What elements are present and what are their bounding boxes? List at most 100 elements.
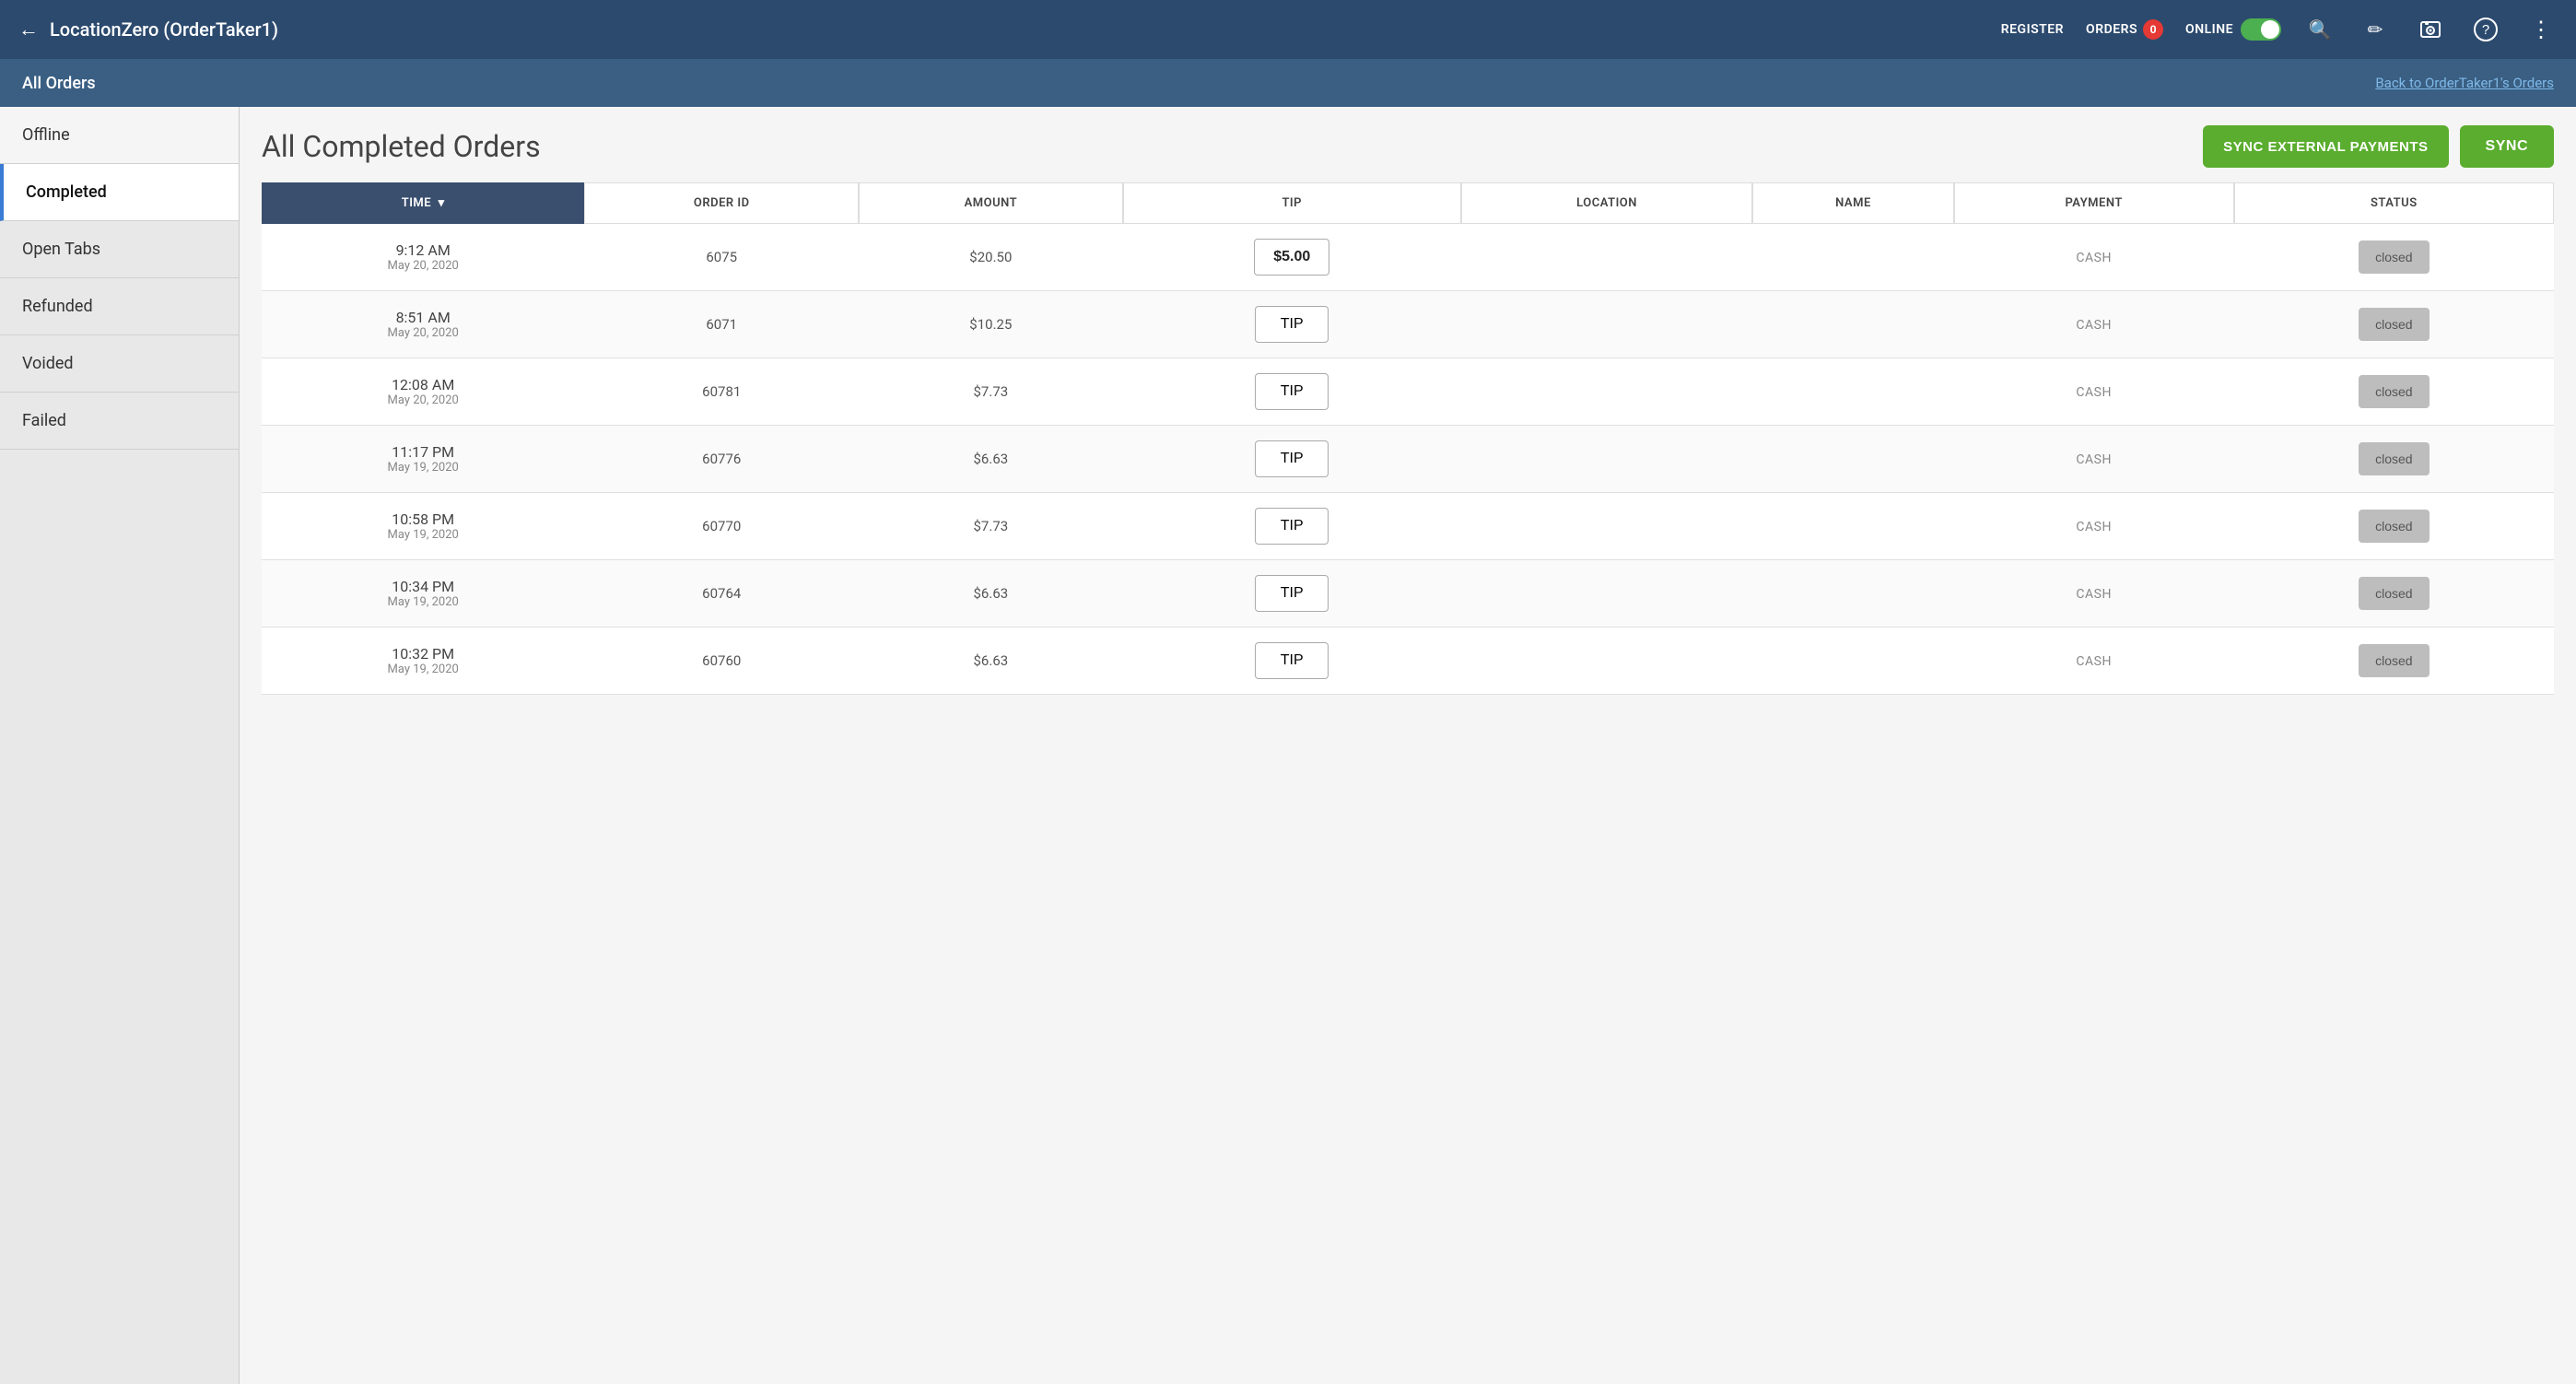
cell-amount: $20.50 — [859, 224, 1122, 291]
status-button[interactable]: closed — [2359, 510, 2429, 543]
cell-time: 12:08 AM May 20, 2020 — [262, 358, 584, 426]
col-location[interactable]: LOCATION — [1461, 182, 1752, 224]
sync-external-payments-button[interactable]: SYNC EXTERNAL PAYMENTS — [2203, 125, 2448, 168]
back-button[interactable]: ← — [18, 18, 39, 41]
sidebar-item-completed[interactable]: Completed — [0, 164, 239, 221]
sidebar-item-open-tabs[interactable]: Open Tabs — [0, 221, 239, 278]
sidebar-item-offline[interactable]: Offline — [0, 107, 239, 164]
status-button[interactable]: closed — [2359, 240, 2429, 274]
table-row[interactable]: 10:34 PM May 19, 2020 60764 $6.63 TIP CA… — [262, 560, 2554, 627]
tip-button[interactable]: TIP — [1255, 575, 1329, 612]
cell-payment: CASH — [1954, 426, 2234, 493]
cell-status[interactable]: closed — [2234, 358, 2554, 426]
cell-payment: CASH — [1954, 627, 2234, 695]
cell-name — [1752, 627, 1954, 695]
cell-amount: $6.63 — [859, 426, 1122, 493]
cell-status[interactable]: closed — [2234, 560, 2554, 627]
col-order-id[interactable]: ORDER ID — [584, 182, 859, 224]
cell-name — [1752, 358, 1954, 426]
cell-tip[interactable]: TIP — [1123, 627, 1461, 695]
register-button[interactable]: REGISTER — [2001, 22, 2064, 37]
cell-time: 10:32 PM May 19, 2020 — [262, 627, 584, 695]
tip-button[interactable]: TIP — [1255, 306, 1329, 343]
tip-button[interactable]: $5.00 — [1254, 239, 1329, 276]
app-title: LocationZero (OrderTaker1) — [50, 18, 278, 41]
back-to-orders-link[interactable]: Back to OrderTaker1's Orders — [2375, 75, 2554, 91]
col-payment[interactable]: PAYMENT — [1954, 182, 2234, 224]
cell-name — [1752, 560, 1954, 627]
sidebar-item-refunded[interactable]: Refunded — [0, 278, 239, 335]
orders-table: TIME ▾ ORDER ID AMOUNT TIP LOCATION NAME… — [262, 182, 2554, 695]
table-row[interactable]: 11:17 PM May 19, 2020 60776 $6.63 TIP CA… — [262, 426, 2554, 493]
sidebar-item-failed[interactable]: Failed — [0, 393, 239, 450]
cell-status[interactable]: closed — [2234, 224, 2554, 291]
table-row[interactable]: 10:58 PM May 19, 2020 60770 $7.73 TIP CA… — [262, 493, 2554, 560]
top-nav-left: ← LocationZero (OrderTaker1) — [18, 18, 278, 41]
cell-location — [1461, 358, 1752, 426]
cell-tip[interactable]: $5.00 — [1123, 224, 1461, 291]
top-nav-right: REGISTER ORDERS 0 ONLINE 🔍 ✏ ? — [2001, 13, 2558, 46]
status-button[interactable]: closed — [2359, 644, 2429, 677]
cell-amount: $6.63 — [859, 627, 1122, 695]
help-icon[interactable]: ? — [2469, 13, 2502, 46]
sync-button[interactable]: SYNC — [2460, 125, 2554, 168]
cell-order-id: 60770 — [584, 493, 859, 560]
cell-location — [1461, 426, 1752, 493]
cell-name — [1752, 224, 1954, 291]
tip-button[interactable]: TIP — [1255, 373, 1329, 410]
header-buttons: SYNC EXTERNAL PAYMENTS SYNC — [2203, 125, 2554, 168]
cell-name — [1752, 493, 1954, 560]
cell-tip[interactable]: TIP — [1123, 493, 1461, 560]
cell-tip[interactable]: TIP — [1123, 358, 1461, 426]
table-row[interactable]: 9:12 AM May 20, 2020 6075 $20.50 $5.00 C… — [262, 224, 2554, 291]
content-panel: All Completed Orders SYNC EXTERNAL PAYME… — [240, 107, 2576, 1384]
sidebar: Offline Completed Open Tabs Refunded Voi… — [0, 107, 240, 1384]
top-nav: ← LocationZero (OrderTaker1) REGISTER OR… — [0, 0, 2576, 59]
sub-header: All Orders Back to OrderTaker1's Orders — [0, 59, 2576, 107]
orders-label: ORDERS — [2086, 22, 2137, 37]
tip-button[interactable]: TIP — [1255, 440, 1329, 477]
cell-tip[interactable]: TIP — [1123, 560, 1461, 627]
cell-payment: CASH — [1954, 493, 2234, 560]
cell-order-id: 60764 — [584, 560, 859, 627]
status-button[interactable]: closed — [2359, 442, 2429, 475]
cell-status[interactable]: closed — [2234, 493, 2554, 560]
cell-location — [1461, 224, 1752, 291]
cell-time: 8:51 AM May 20, 2020 — [262, 291, 584, 358]
cell-status[interactable]: closed — [2234, 426, 2554, 493]
cell-status[interactable]: closed — [2234, 291, 2554, 358]
search-icon[interactable]: 🔍 — [2303, 13, 2336, 46]
tip-button[interactable]: TIP — [1255, 508, 1329, 545]
cell-payment: CASH — [1954, 291, 2234, 358]
camera-icon[interactable] — [2414, 13, 2447, 46]
table-row[interactable]: 12:08 AM May 20, 2020 60781 $7.73 TIP CA… — [262, 358, 2554, 426]
toggle-knob — [2261, 20, 2279, 39]
status-button[interactable]: closed — [2359, 375, 2429, 408]
cell-amount: $7.73 — [859, 358, 1122, 426]
table-row[interactable]: 10:32 PM May 19, 2020 60760 $6.63 TIP CA… — [262, 627, 2554, 695]
col-time[interactable]: TIME ▾ — [262, 182, 584, 224]
page-title: All Completed Orders — [262, 129, 541, 164]
pencil-icon[interactable]: ✏ — [2359, 13, 2392, 46]
cell-status[interactable]: closed — [2234, 627, 2554, 695]
cell-tip[interactable]: TIP — [1123, 291, 1461, 358]
table-row[interactable]: 8:51 AM May 20, 2020 6071 $10.25 TIP CAS… — [262, 291, 2554, 358]
col-name[interactable]: NAME — [1752, 182, 1954, 224]
svg-text:?: ? — [2482, 22, 2489, 38]
status-button[interactable]: closed — [2359, 308, 2429, 341]
col-tip[interactable]: TIP — [1123, 182, 1461, 224]
cell-time: 10:34 PM May 19, 2020 — [262, 560, 584, 627]
col-status[interactable]: STATUS — [2234, 182, 2554, 224]
online-toggle[interactable] — [2241, 18, 2281, 41]
orders-nav[interactable]: ORDERS 0 — [2086, 19, 2163, 40]
more-icon[interactable]: ⋮ — [2524, 13, 2558, 46]
cell-payment: CASH — [1954, 560, 2234, 627]
col-amount[interactable]: AMOUNT — [859, 182, 1122, 224]
sidebar-item-voided[interactable]: Voided — [0, 335, 239, 393]
tip-button[interactable]: TIP — [1255, 642, 1329, 679]
cell-order-id: 60781 — [584, 358, 859, 426]
cell-tip[interactable]: TIP — [1123, 426, 1461, 493]
sub-header-title: All Orders — [22, 74, 96, 93]
cell-payment: CASH — [1954, 358, 2234, 426]
status-button[interactable]: closed — [2359, 577, 2429, 610]
